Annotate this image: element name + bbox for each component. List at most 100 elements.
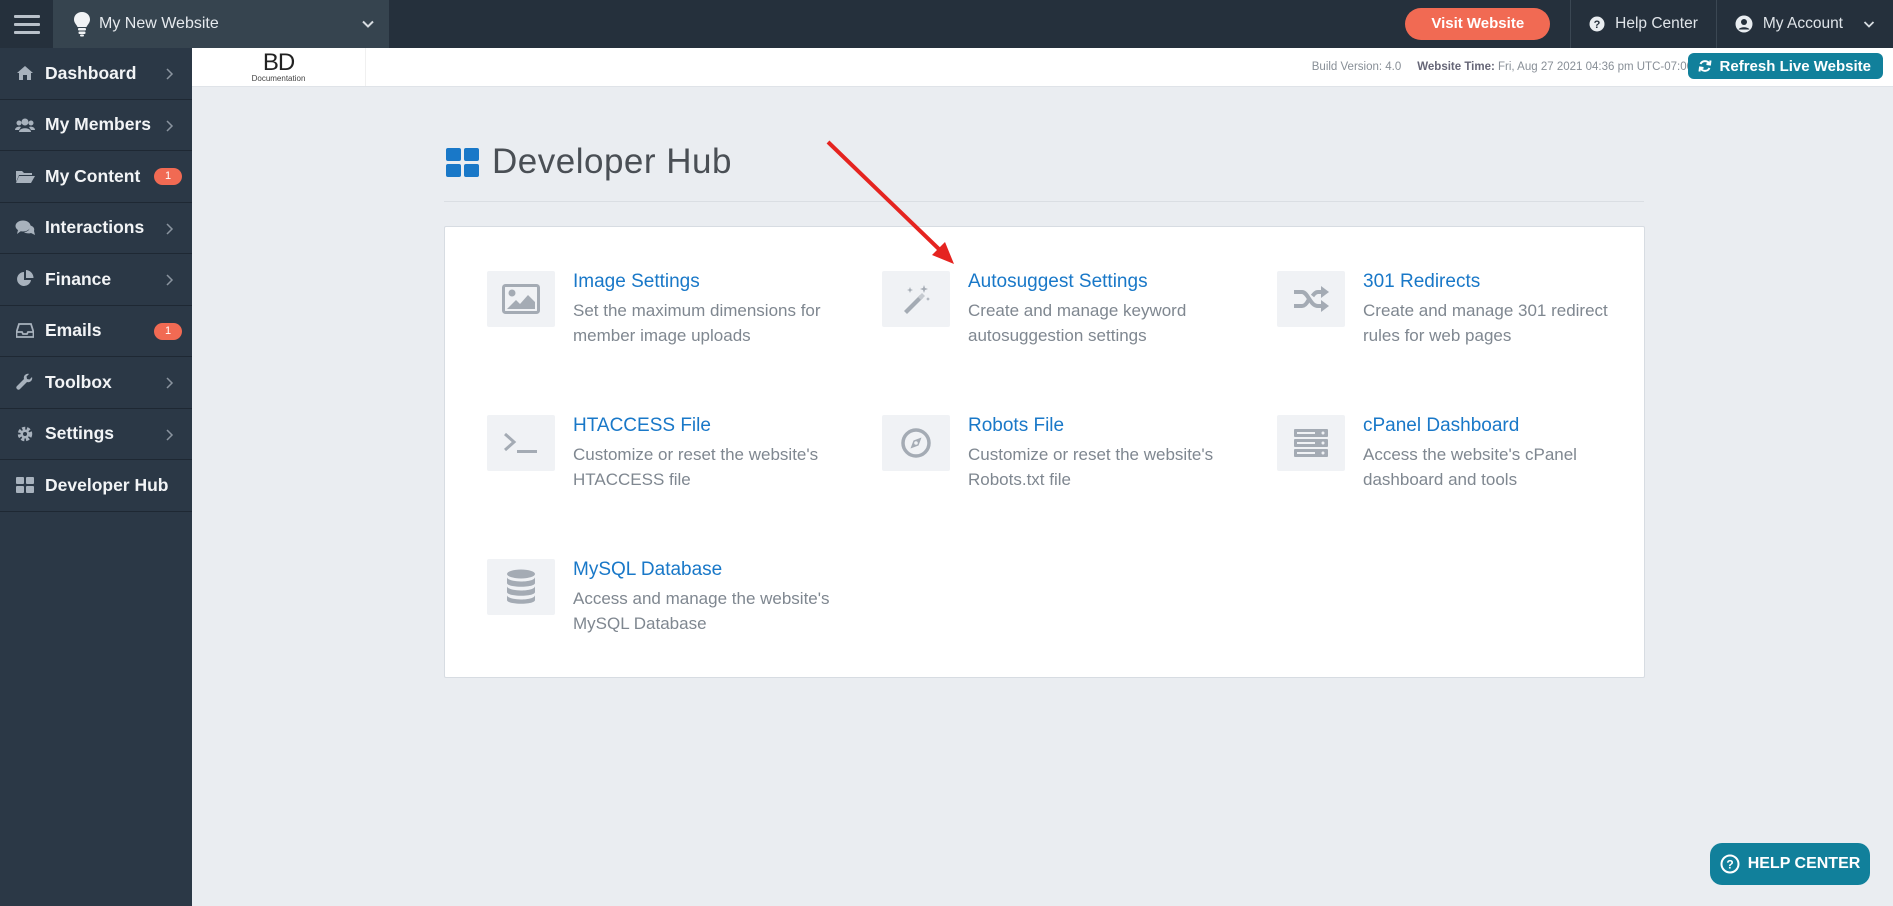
- tile-description: Customize or reset the website's HTACCES…: [573, 445, 819, 489]
- sidebar-item-label: Developer Hub: [45, 474, 169, 495]
- tile-title[interactable]: Autosuggest Settings: [968, 271, 1148, 293]
- svg-text:?: ?: [1726, 858, 1733, 872]
- page-title: Developer Hub: [492, 142, 732, 181]
- chevron-right-icon: [166, 274, 174, 286]
- sidebar-item-label: My Members: [45, 114, 152, 135]
- tile-htaccess-file[interactable]: HTACCESS File Customize or reset the web…: [487, 415, 867, 505]
- pie-chart-icon: [15, 269, 35, 289]
- tile-title[interactable]: HTACCESS File: [573, 415, 711, 437]
- sub-header: BD Documentation Build Version: 4.0 Webs…: [192, 48, 1893, 87]
- shuffle-icon: [1277, 271, 1345, 327]
- wrench-icon: [15, 372, 35, 392]
- tile-cpanel-dashboard[interactable]: cPanel Dashboard Access the website's cP…: [1277, 415, 1657, 505]
- question-circle-icon: ?: [1720, 854, 1740, 874]
- sidebar-item-label: Settings: [45, 423, 115, 444]
- developer-hub-card: Image Settings Set the maximum dimension…: [444, 226, 1645, 678]
- website-time-label: Website Time:: [1417, 61, 1495, 73]
- sidebar-item-my-members[interactable]: My Members: [0, 100, 192, 151]
- sidebar-item-label: Dashboard: [45, 62, 137, 83]
- tile-title[interactable]: MySQL Database: [573, 559, 722, 581]
- sidebar-item-toolbox[interactable]: Toolbox: [0, 357, 192, 409]
- top-bar: My New Website Visit Website ? Help Cent…: [0, 0, 1893, 48]
- question-circle-icon: ?: [1589, 16, 1605, 32]
- grid-icon: [15, 475, 35, 495]
- tile-description: Set the maximum dimensions for member im…: [573, 301, 821, 345]
- refresh-icon: [1698, 60, 1712, 72]
- build-version-value: 4.0: [1385, 61, 1402, 73]
- users-icon: [15, 115, 35, 135]
- build-version-label: Build Version:: [1311, 61, 1383, 73]
- tile-description: Access the website's cPanel dashboard an…: [1363, 445, 1577, 489]
- gear-icon: [15, 424, 35, 444]
- tile-image-settings[interactable]: Image Settings Set the maximum dimension…: [487, 271, 867, 361]
- sidebar-item-emails[interactable]: Emails 1: [0, 306, 192, 357]
- user-circle-icon: [1735, 15, 1753, 33]
- my-account-label: My Account: [1762, 15, 1843, 32]
- sidebar-item-finance[interactable]: Finance: [0, 254, 192, 306]
- tile-mysql-database[interactable]: MySQL Database Access and manage the web…: [487, 559, 867, 649]
- chevron-down-icon: [362, 20, 374, 28]
- my-account-menu[interactable]: My Account: [1715, 0, 1893, 48]
- hamburger-menu-icon[interactable]: [0, 0, 53, 48]
- grid-icon: [446, 147, 479, 177]
- tile-description: Customize or reset the website's Robots.…: [968, 445, 1214, 489]
- sidebar-item-label: Interactions: [45, 217, 145, 238]
- header-divider: [444, 201, 1644, 202]
- image-icon: [487, 271, 555, 327]
- inbox-icon: [15, 321, 35, 341]
- tile-robots-file[interactable]: Robots File Customize or reset the websi…: [882, 415, 1262, 505]
- tile-description: Create and manage keyword autosuggestion…: [968, 301, 1187, 345]
- svg-text:?: ?: [1594, 19, 1601, 31]
- sidebar-item-label: Toolbox: [45, 371, 112, 392]
- notification-badge: 1: [154, 322, 182, 340]
- chevron-right-icon: [166, 68, 174, 80]
- website-switcher[interactable]: My New Website: [53, 0, 389, 48]
- chevron-right-icon: [166, 377, 174, 389]
- tile-title[interactable]: Image Settings: [573, 271, 700, 293]
- tile-title[interactable]: 301 Redirects: [1363, 271, 1480, 293]
- chevron-right-icon: [166, 222, 174, 235]
- sidebar-item-my-content[interactable]: My Content 1: [0, 151, 192, 203]
- sidebar-item-interactions[interactable]: Interactions: [0, 203, 192, 254]
- sidebar-item-label: My Content: [45, 165, 141, 186]
- sidebar-item-settings[interactable]: Settings: [0, 409, 192, 460]
- refresh-live-website-label: Refresh Live Website: [1719, 57, 1871, 75]
- comments-icon: [15, 218, 35, 238]
- tile-title[interactable]: cPanel Dashboard: [1363, 415, 1519, 437]
- sidebar-item-developer-hub[interactable]: Developer Hub: [0, 460, 192, 512]
- logo-text: BD: [262, 48, 295, 76]
- database-icon: [487, 559, 555, 615]
- logo-subtext: Documentation: [251, 73, 306, 83]
- notification-badge: 1: [154, 168, 182, 185]
- server-icon: [1277, 415, 1345, 471]
- sidebar-item-label: Finance: [45, 268, 112, 289]
- magic-wand-icon: [882, 271, 950, 327]
- folder-open-icon: [15, 166, 35, 186]
- sidebar-item-dashboard[interactable]: Dashboard: [0, 48, 192, 100]
- help-center-link[interactable]: ? Help Center: [1570, 0, 1716, 48]
- visit-website-button[interactable]: Visit Website: [1405, 8, 1551, 40]
- help-center-floating-label: HELP CENTER: [1747, 855, 1861, 872]
- sidebar-item-label: Emails: [45, 320, 102, 341]
- build-info: Build Version: 4.0 Website Time: Fri, Au…: [1312, 61, 1693, 73]
- tile-301-redirects[interactable]: 301 Redirects Create and manage 301 redi…: [1277, 271, 1657, 361]
- help-center-floating-button[interactable]: ? HELP CENTER: [1710, 843, 1870, 885]
- chevron-right-icon: [166, 119, 174, 132]
- website-name: My New Website: [99, 15, 219, 32]
- home-icon: [15, 63, 35, 83]
- tile-title[interactable]: Robots File: [968, 415, 1064, 437]
- help-center-label: Help Center: [1615, 15, 1698, 32]
- sidebar: Dashboard My Members My Content 1 Intera…: [0, 48, 192, 906]
- tile-description: Access and manage the website's MySQL Da…: [573, 589, 830, 633]
- terminal-icon: [487, 415, 555, 471]
- site-logo[interactable]: BD Documentation: [192, 48, 366, 86]
- lightbulb-icon: [74, 12, 90, 37]
- compass-icon: [882, 415, 950, 471]
- chevron-down-icon: [1863, 21, 1875, 28]
- website-time-value: Fri, Aug 27 2021 04:36 pm UTC-07:00: [1498, 61, 1693, 73]
- tile-description: Create and manage 301 redirect rules for…: [1363, 301, 1608, 345]
- page-header: Developer Hub: [446, 142, 732, 182]
- tile-autosuggest-settings[interactable]: Autosuggest Settings Create and manage k…: [882, 271, 1262, 361]
- chevron-right-icon: [166, 428, 174, 441]
- refresh-live-website-button[interactable]: Refresh Live Website: [1687, 53, 1883, 79]
